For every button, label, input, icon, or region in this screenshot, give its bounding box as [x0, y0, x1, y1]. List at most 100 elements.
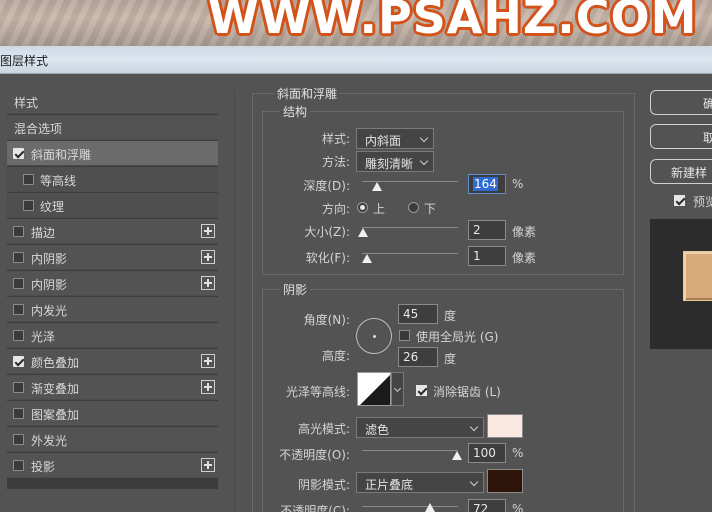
color-overlay-checkbox[interactable] [13, 356, 24, 367]
contour-curve-icon [360, 375, 390, 405]
add-gradient-overlay-plus-icon[interactable] [201, 380, 215, 394]
direction-up-radio[interactable] [357, 202, 368, 213]
highlight-color-swatch[interactable] [487, 414, 523, 438]
contour-checkbox[interactable] [23, 174, 34, 185]
ok-button[interactable]: 确 [650, 90, 712, 115]
direction-down-label: 下 [424, 202, 437, 216]
inner-glow-label: 内发光 [31, 304, 68, 318]
technique-select[interactable]: 雕刻清晰 [356, 151, 434, 172]
size-slider-thumb[interactable] [358, 228, 368, 237]
texture-checkbox[interactable] [23, 200, 34, 211]
stroke-checkbox[interactable] [13, 226, 24, 237]
style-item-bevel-emboss[interactable]: 斜面和浮雕 [7, 141, 218, 166]
outer-glow-checkbox[interactable] [13, 434, 24, 445]
add-color-overlay-plus-icon[interactable] [201, 354, 215, 368]
style-item-texture[interactable]: 纹理 [7, 193, 218, 218]
highlight-opacity-label: 不透明度(O): [279, 448, 350, 462]
shadow-opacity-thumb[interactable] [425, 503, 435, 512]
direction-label: 方向: [321, 202, 350, 216]
style-item-satin[interactable]: 光泽 [7, 323, 218, 348]
antialiased-checkbox[interactable] [416, 385, 427, 396]
style-item-contour[interactable]: 等高线 [7, 167, 218, 192]
drop-shadow-checkbox[interactable] [13, 460, 24, 471]
style-item-outer-glow[interactable]: 外发光 [7, 427, 218, 452]
inner-shadow-2-checkbox[interactable] [13, 278, 24, 289]
size-slider-track[interactable] [362, 227, 458, 228]
preview-thumbnail [683, 251, 712, 301]
add-inner-shadow-plus-icon[interactable] [201, 250, 215, 264]
inner-glow-checkbox[interactable] [13, 304, 24, 315]
bevel-emboss-label: 斜面和浮雕 [31, 148, 92, 162]
shadow-opacity-unit: % [512, 502, 524, 512]
depth-label: 深度(D): [303, 179, 350, 193]
angle-dial[interactable] [356, 318, 392, 354]
direction-up-label: 上 [373, 202, 386, 216]
structure-title: 结构 [280, 103, 311, 120]
style-item-inner-glow[interactable]: 内发光 [7, 297, 218, 322]
dialog-titlebar: 图层样式 [0, 46, 712, 74]
new-style-button[interactable]: 新建样 [650, 159, 712, 184]
preview-checkbox[interactable] [674, 195, 685, 206]
blend-options-item[interactable]: 混合选项 [7, 115, 218, 140]
pattern-overlay-checkbox[interactable] [13, 408, 24, 419]
blend-options-label: 混合选项 [14, 122, 63, 136]
style-item-gradient-overlay[interactable]: 渐变叠加 [7, 375, 218, 400]
inner-shadow-checkbox[interactable] [13, 252, 24, 263]
size-unit: 像素 [512, 225, 537, 239]
bevel-style-value: 内斜面 [365, 134, 402, 148]
satin-checkbox[interactable] [13, 330, 24, 341]
styles-header-label: 样式 [14, 96, 39, 110]
shadow-opacity-track[interactable] [362, 506, 458, 507]
cancel-button[interactable]: 取 [650, 124, 712, 149]
shadow-opacity-input[interactable]: 72 [468, 499, 506, 512]
bevel-emboss-checkbox[interactable] [13, 148, 24, 159]
new-style-button-label: 新建样 [671, 166, 708, 180]
style-item-color-overlay[interactable]: 颜色叠加 [7, 349, 218, 374]
shading-title: 阴影 [280, 281, 311, 298]
technique-label: 方法: [321, 155, 350, 169]
inner-shadow-2-label: 内阴影 [31, 278, 68, 292]
angle-label: 角度(N): [303, 313, 350, 327]
style-label: 样式: [321, 132, 350, 146]
angle-input[interactable]: 45 [398, 304, 438, 324]
add-stroke-plus-icon[interactable] [201, 224, 215, 238]
size-input[interactable]: 2 [468, 220, 506, 240]
soften-slider-track[interactable] [362, 253, 458, 254]
styles-list-header[interactable]: 样式 [7, 89, 218, 114]
add-inner-shadow-2-plus-icon[interactable] [201, 276, 215, 290]
style-item-stroke[interactable]: 描边 [7, 219, 218, 244]
drop-shadow-label: 投影 [31, 460, 56, 474]
size-label: 大小(Z): [304, 225, 350, 239]
soften-input[interactable]: 1 [468, 246, 506, 266]
add-drop-shadow-plus-icon[interactable] [201, 458, 215, 472]
style-item-inner-shadow[interactable]: 内阴影 [7, 245, 218, 270]
style-item-pattern-overlay[interactable]: 图案叠加 [7, 401, 218, 426]
chevron-down-icon [419, 133, 429, 143]
gradient-overlay-label: 渐变叠加 [31, 382, 80, 396]
gradient-overlay-checkbox[interactable] [13, 382, 24, 393]
direction-down-radio[interactable] [408, 202, 419, 213]
depth-unit: % [512, 177, 524, 191]
style-item-inner-shadow-2[interactable]: 内阴影 [7, 271, 218, 296]
altitude-input[interactable]: 26 [398, 347, 438, 367]
shadow-mode-select[interactable]: 正片叠底 [356, 472, 484, 493]
highlight-mode-select[interactable]: 滤色 [356, 417, 484, 438]
altitude-label: 高度: [321, 349, 350, 363]
global-light-checkbox[interactable] [399, 330, 410, 341]
depth-input[interactable]: 164 [468, 174, 506, 194]
highlight-opacity-input[interactable]: 100 [468, 443, 506, 463]
contour-label: 等高线 [40, 174, 77, 188]
depth-slider-thumb[interactable] [372, 182, 382, 191]
dialog-title: 图层样式 [0, 54, 49, 68]
highlight-opacity-track[interactable] [362, 450, 458, 451]
gloss-contour-picker[interactable] [357, 372, 391, 406]
bevel-style-select[interactable]: 内斜面 [356, 128, 434, 149]
ok-button-label: 确 [703, 97, 712, 111]
style-item-drop-shadow[interactable]: 投影 [7, 453, 218, 478]
depth-value: 164 [473, 177, 498, 191]
shadow-color-swatch[interactable] [487, 469, 523, 493]
highlight-opacity-thumb[interactable] [452, 451, 462, 460]
soften-slider-thumb[interactable] [362, 254, 372, 263]
gloss-contour-dropdown[interactable] [391, 372, 404, 406]
color-overlay-label: 颜色叠加 [31, 356, 80, 370]
